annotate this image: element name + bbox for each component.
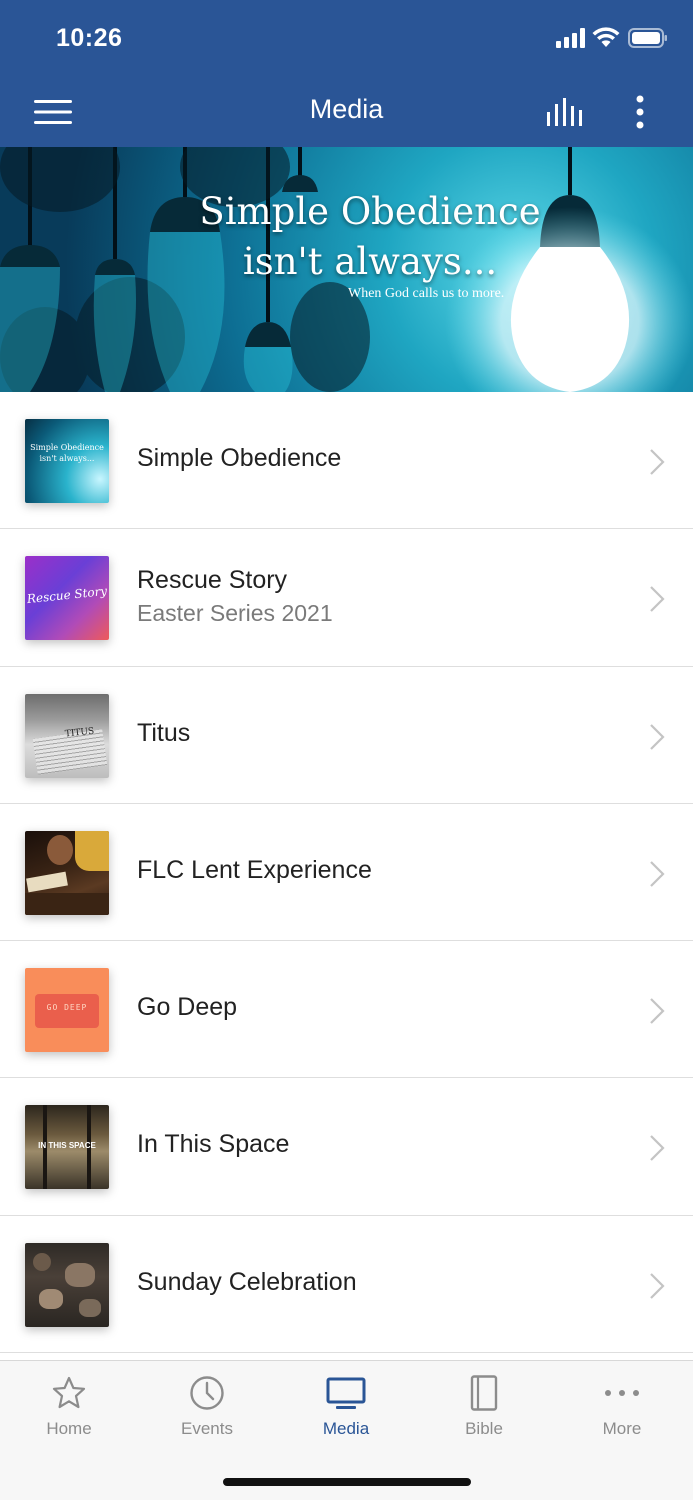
list-item[interactable]: Simple Obedience isn't always... Simple … — [0, 392, 693, 530]
list-item-title: FLC Lent Experience — [137, 855, 372, 884]
list-item[interactable]: Rescue Story Rescue Story Easter Series … — [0, 529, 693, 667]
list-item-subtitle: Easter Series 2021 — [137, 600, 333, 627]
chevron-right-icon — [650, 1273, 665, 1299]
tv-icon — [326, 1377, 366, 1409]
list-item[interactable]: Sunday Celebration — [0, 1215, 693, 1354]
thumbnail-sunday-celebration — [25, 1242, 109, 1327]
more-options-icon[interactable] — [628, 94, 652, 130]
thumbnail-flc-lent — [25, 830, 109, 915]
home-indicator[interactable] — [223, 1478, 471, 1486]
thumbnail-text-line2: isn't always... — [39, 454, 95, 463]
tab-label: Media — [322, 1419, 370, 1438]
wifi-icon — [592, 27, 620, 47]
banner-subtitle: When God calls us to more. — [348, 286, 505, 301]
thumbnail-titus: TITUS — [25, 693, 109, 778]
thumbnail-simple-obedience: Simple Obedience isn't always... — [25, 419, 109, 503]
list-item[interactable]: GO DEEP Go Deep — [0, 941, 693, 1079]
list-item[interactable]: IN THIS SPACE In This Space — [0, 1078, 693, 1216]
tab-media[interactable]: Media — [277, 1375, 415, 1455]
media-series-list: Simple Obedience isn't always... Simple … — [0, 392, 693, 1354]
list-item[interactable]: FLC Lent Experience — [0, 803, 693, 942]
list-item[interactable]: TITUS Titus — [0, 666, 693, 804]
tab-label: Bible — [465, 1419, 503, 1438]
star-icon — [52, 1376, 86, 1409]
thumbnail-text: Rescue Story — [26, 584, 108, 607]
tab-label: More — [602, 1419, 642, 1438]
chevron-right-icon — [650, 586, 665, 613]
banner-title-line1: Simple Obedience — [199, 190, 541, 233]
battery-icon — [628, 28, 667, 48]
tab-home[interactable]: Home — [0, 1375, 138, 1455]
chevron-right-icon — [650, 998, 665, 1024]
list-item-title: Sunday Celebration — [137, 1267, 357, 1296]
thumbnail-in-this-space: IN THIS SPACE — [25, 1105, 109, 1190]
list-item-title: Titus — [137, 718, 191, 747]
tab-label: Events — [181, 1419, 233, 1438]
nav-bar: Media — [0, 78, 693, 147]
chevron-right-icon — [650, 861, 665, 887]
tab-more[interactable]: More — [553, 1375, 691, 1455]
status-bar: 10:26 — [0, 0, 693, 78]
ellipsis-icon — [605, 1390, 639, 1396]
list-item-title: Go Deep — [137, 993, 238, 1022]
audio-bars-icon[interactable] — [545, 96, 587, 128]
tab-events[interactable]: Events — [138, 1375, 276, 1455]
series-banner[interactable]: Simple Obedience isn't always... When Go… — [0, 147, 693, 392]
list-item-title: Simple Obedience — [137, 444, 342, 472]
status-time: 10:26 — [56, 24, 123, 52]
thumbnail-text: GO DEEP — [46, 1003, 88, 1013]
list-item-title: In This Space — [137, 1130, 290, 1159]
banner-title-line2: isn't always... — [242, 240, 498, 283]
banner-title: Simple Obedience isn't always... — [150, 187, 590, 287]
list-item-title: Rescue Story — [137, 566, 288, 595]
chevron-right-icon — [650, 1135, 665, 1162]
thumbnail-text: IN THIS SPACE — [38, 1141, 96, 1151]
clock-icon — [190, 1376, 224, 1410]
thumbnail-rescue-story: Rescue Story — [25, 556, 109, 641]
chevron-right-icon — [650, 449, 665, 475]
chevron-right-icon — [650, 723, 665, 750]
tab-label: Home — [46, 1419, 92, 1438]
book-icon — [470, 1375, 498, 1411]
thumbnail-text-line1: Simple Obedience — [30, 443, 104, 452]
top-bar: 10:26 Media — [0, 0, 693, 147]
page-title: Media — [309, 94, 384, 124]
tab-bible[interactable]: Bible — [415, 1375, 553, 1455]
cellular-signal-icon — [556, 28, 585, 48]
thumbnail-go-deep: GO DEEP — [25, 968, 109, 1053]
